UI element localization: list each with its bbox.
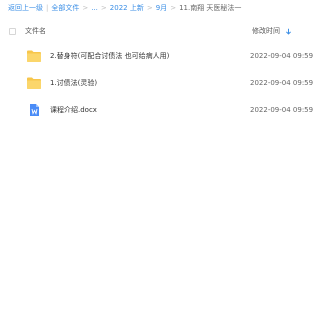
column-header-name[interactable]: 文件名: [25, 26, 46, 36]
file-modified-time: 2022-09-04 09:59: [250, 105, 314, 114]
breadcrumb-separator: |: [46, 4, 49, 12]
file-row[interactable]: 1.讨债法(灵验) 2022-09-04 09:59: [0, 69, 330, 96]
file-name[interactable]: 课程介绍.docx: [50, 105, 97, 115]
breadcrumb-separator: >: [82, 4, 89, 12]
file-modified-time: 2022-09-04 09:59: [250, 78, 314, 87]
breadcrumb: 返回上一级 | 全部文件 > ... > 2022 上新 > 9月 > 11.南…: [8, 2, 328, 14]
column-header-time[interactable]: 修改时间: [252, 26, 292, 36]
folder-icon: [27, 77, 41, 89]
folder-icon: [27, 50, 41, 62]
file-name[interactable]: 2.替身符(可配合讨债法 也可给病人用): [50, 51, 169, 61]
breadcrumb-separator: >: [100, 4, 107, 12]
column-header-time-label: 修改时间: [252, 27, 280, 35]
sort-descending-icon[interactable]: [285, 28, 292, 35]
breadcrumb-folder-month[interactable]: 9月: [156, 3, 167, 13]
file-row[interactable]: 课程介绍.docx 2022-09-04 09:59: [0, 96, 330, 123]
file-list: 2.替身符(可配合讨债法 也可给病人用) 2022-09-04 09:59 1.…: [0, 42, 330, 123]
file-list-header: 文件名 修改时间: [0, 22, 330, 40]
breadcrumb-root[interactable]: 全部文件: [51, 3, 79, 13]
breadcrumb-folder-year[interactable]: 2022 上新: [110, 3, 144, 13]
file-row[interactable]: 2.替身符(可配合讨债法 也可给病人用) 2022-09-04 09:59: [0, 42, 330, 69]
breadcrumb-separator: >: [146, 4, 153, 12]
file-name[interactable]: 1.讨债法(灵验): [50, 78, 97, 88]
file-browser: 返回上一级 | 全部文件 > ... > 2022 上新 > 9月 > 11.南…: [0, 0, 330, 310]
docx-icon: [30, 103, 39, 116]
file-modified-time: 2022-09-04 09:59: [250, 51, 314, 60]
breadcrumb-separator: >: [170, 4, 177, 12]
breadcrumb-ellipsis[interactable]: ...: [91, 4, 98, 12]
breadcrumb-current: 11.南翔 天医秘法一: [179, 4, 242, 12]
select-all-checkbox[interactable]: [9, 27, 16, 35]
back-link[interactable]: 返回上一级: [8, 3, 43, 13]
